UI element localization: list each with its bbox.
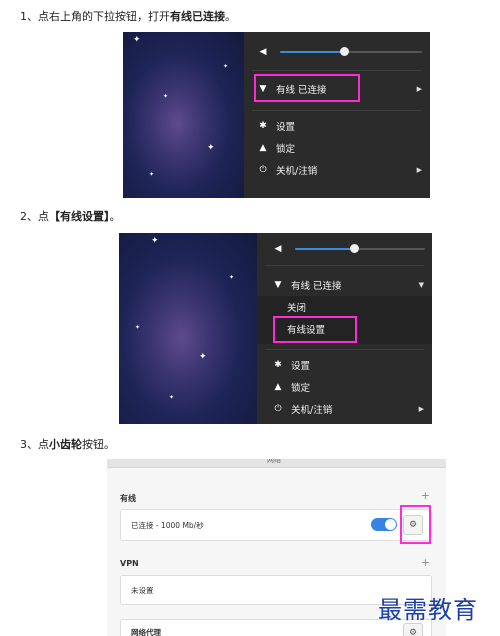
gear-icon: ✱ (274, 360, 282, 370)
menu-separator (265, 265, 424, 266)
screenshot-2: ✦ ✦ ✦ ✦ ✦ ◀ ▼ 有线 已连接 ▼ 关闭 有线设置 ✱ 设置 ▲ 锁定… (119, 233, 432, 424)
step-1-bold: 有线已连接 (170, 10, 225, 23)
volume-slider-fill (295, 248, 354, 250)
settings-item[interactable]: ✱ 设置 (244, 117, 430, 135)
panel-title: 网络 (267, 459, 281, 464)
power-icon: ⏻ (259, 165, 267, 175)
step-3-end: 按钮。 (82, 438, 115, 451)
wired-status: 已连接 - 1000 Mb/秒 (131, 521, 204, 530)
power-item[interactable]: ⏻ 关机/注销 ▶ (244, 161, 430, 179)
network-wired-icon: ▼ (274, 280, 282, 290)
star-icon: ✦ (133, 35, 141, 45)
volume-slider[interactable] (295, 244, 425, 253)
star-icon: ✦ (135, 324, 141, 331)
chevron-right-icon: ▶ (418, 405, 424, 413)
volume-icon: ◀ (259, 47, 267, 57)
lock-label: 锁定 (276, 144, 296, 155)
lock-icon: ▲ (274, 382, 282, 392)
step-2-end: 。 (109, 210, 121, 223)
chevron-right-icon: ▶ (416, 166, 422, 174)
menu-separator (252, 110, 422, 111)
menu-separator (252, 70, 422, 71)
star-icon: ✦ (149, 171, 155, 178)
step-1-text: 1、点右上角的下拉按钮，打开 (20, 10, 170, 23)
star-icon: ✦ (199, 352, 207, 362)
highlight-box (400, 505, 431, 544)
star-icon: ✦ (229, 274, 235, 281)
volume-slider[interactable] (280, 47, 422, 56)
lock-icon: ▲ (259, 143, 267, 153)
volume-slider-knob[interactable] (339, 47, 349, 56)
settings-item[interactable]: ✱ 设置 (257, 356, 432, 374)
system-menu: ◀ ▼ 有线 已连接 ▶ ✱ 设置 ▲ 锁定 ⏻ 关机/注销 ▶ (244, 32, 430, 198)
volume-row: ◀ (257, 240, 432, 258)
wired-section-title: 有线 (120, 494, 136, 503)
space-wallpaper: ✦ ✦ ✦ ✦ ✦ (119, 233, 257, 424)
power-item[interactable]: ⏻ 关机/注销 ▶ (257, 400, 432, 418)
volume-slider-fill (280, 51, 344, 53)
panel-header: 网络 (107, 459, 446, 468)
lock-item[interactable]: ▲ 锁定 (257, 378, 432, 396)
star-icon: ✦ (169, 394, 175, 401)
wired-connected-item[interactable]: ▼ 有线 已连接 ▼ (257, 276, 432, 294)
highlight-box (273, 316, 357, 343)
power-label: 关机/注销 (276, 166, 318, 177)
step-3-bold: 小齿轮 (49, 438, 82, 451)
highlight-box (254, 74, 360, 102)
add-wired-button[interactable]: + (421, 489, 430, 502)
wired-toggle[interactable] (371, 518, 397, 531)
menu-separator (265, 349, 424, 350)
wired-connection-row: 已连接 - 1000 Mb/秒 ⚙ (120, 509, 432, 541)
star-icon: ✦ (223, 63, 229, 70)
power-icon: ⏻ (274, 404, 282, 414)
star-icon: ✦ (207, 143, 215, 153)
star-icon: ✦ (163, 93, 169, 100)
space-wallpaper: ✦ ✦ ✦ ✦ ✦ (123, 32, 244, 198)
step-1-caption: 1、点右上角的下拉按钮，打开有线已连接。 (20, 8, 236, 24)
volume-slider-knob[interactable] (349, 244, 359, 253)
step-3-caption: 3、点小齿轮按钮。 (20, 436, 115, 452)
lock-label: 锁定 (291, 383, 311, 394)
step-2-text: 2、点 (20, 210, 49, 223)
watermark: 最需教育 (378, 596, 478, 624)
volume-row: ◀ (244, 43, 430, 61)
star-icon: ✦ (151, 236, 159, 246)
power-label: 关机/注销 (291, 405, 333, 416)
wired-off-label: 关闭 (287, 303, 307, 314)
chevron-right-icon: ▶ (416, 85, 422, 93)
wired-connected-label: 有线 已连接 (291, 281, 342, 292)
settings-label: 设置 (276, 122, 296, 133)
vpn-section-title: VPN (120, 559, 139, 568)
gear-icon: ✱ (259, 121, 267, 131)
lock-item[interactable]: ▲ 锁定 (244, 139, 430, 157)
step-3-text: 3、点 (20, 438, 49, 451)
proxy-label: 网络代理 (131, 628, 161, 636)
step-2-caption: 2、点【有线设置】。 (20, 208, 121, 224)
add-vpn-button[interactable]: + (421, 556, 430, 569)
vpn-status: 未设置 (131, 586, 154, 595)
chevron-down-icon: ▼ (418, 281, 424, 289)
screenshot-1: ✦ ✦ ✦ ✦ ✦ ◀ ▼ 有线 已连接 ▶ ✱ 设置 ▲ 锁定 ⏻ 关机/注销… (123, 32, 430, 198)
step-1-end: 。 (225, 10, 236, 23)
step-2-bold: 【有线设置】 (49, 210, 110, 223)
wired-off-item[interactable]: 关闭 (257, 298, 432, 316)
volume-icon: ◀ (274, 244, 282, 254)
settings-label: 设置 (291, 361, 311, 372)
